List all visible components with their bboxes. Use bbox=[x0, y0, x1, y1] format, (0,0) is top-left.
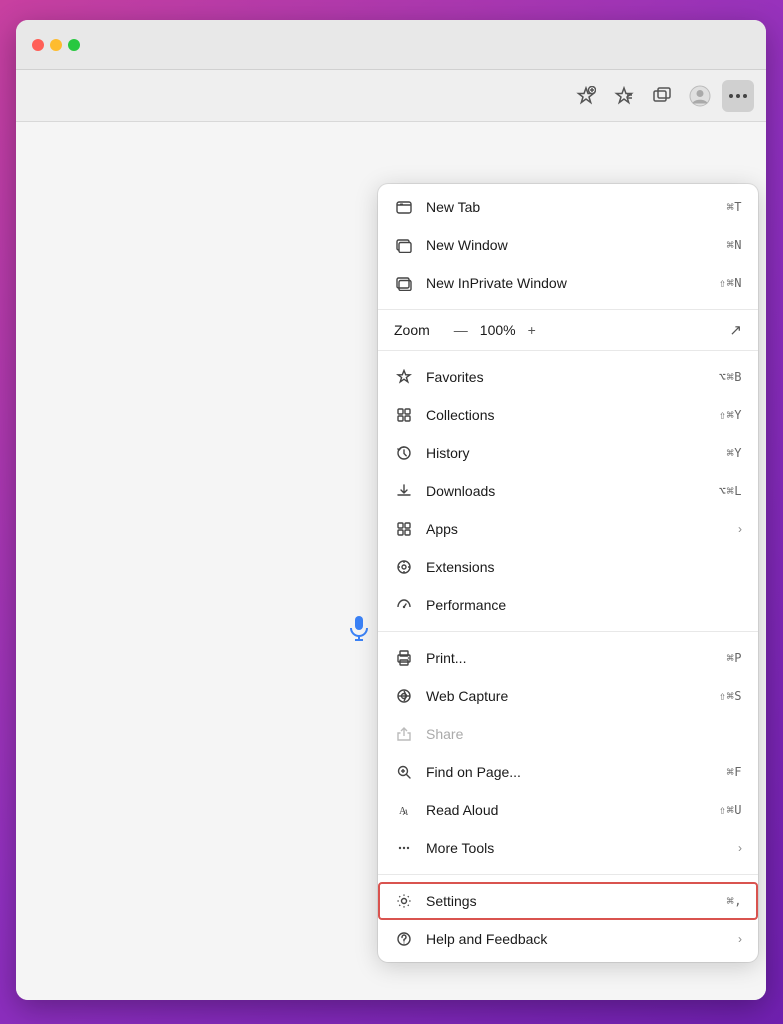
zoom-expand-button[interactable]: ↗ bbox=[729, 321, 742, 339]
find-on-page-shortcut: ⌘F bbox=[727, 765, 742, 779]
browser-toolbar bbox=[16, 70, 766, 122]
web-capture-icon bbox=[394, 686, 414, 706]
print-shortcut: ⌘P bbox=[727, 651, 742, 665]
mic-button[interactable] bbox=[337, 606, 381, 650]
minimize-button[interactable] bbox=[50, 39, 62, 51]
print-icon bbox=[394, 648, 414, 668]
menu-item-favorites[interactable]: Favorites ⌥⌘B bbox=[378, 358, 758, 396]
downloads-label: Downloads bbox=[426, 483, 707, 499]
help-feedback-label: Help and Feedback bbox=[426, 931, 714, 947]
inprivate-label: New InPrivate Window bbox=[426, 275, 707, 291]
downloads-shortcut: ⌥⌘L bbox=[719, 484, 742, 498]
collections-shortcut: ⇧⌘Y bbox=[719, 408, 742, 422]
separator-3 bbox=[378, 631, 758, 632]
read-aloud-shortcut: ⇧⌘U bbox=[719, 803, 742, 817]
menu-item-web-capture[interactable]: Web Capture ⇧⌘S bbox=[378, 677, 758, 715]
inprivate-icon bbox=[394, 273, 414, 293]
settings-icon bbox=[394, 891, 414, 911]
more-tools-icon bbox=[394, 838, 414, 858]
print-label: Print... bbox=[426, 650, 715, 666]
extensions-icon bbox=[394, 557, 414, 577]
new-window-shortcut: ⌘N bbox=[727, 238, 742, 252]
zoom-label: Zoom bbox=[394, 322, 430, 338]
menu-item-find-on-page[interactable]: Find on Page... ⌘F bbox=[378, 753, 758, 791]
find-on-page-label: Find on Page... bbox=[426, 764, 715, 780]
menu-item-more-tools[interactable]: More Tools › bbox=[378, 829, 758, 867]
help-feedback-arrow-icon: › bbox=[738, 932, 742, 946]
profile-button[interactable] bbox=[684, 80, 716, 112]
reading-list-button[interactable] bbox=[608, 80, 640, 112]
web-capture-label: Web Capture bbox=[426, 688, 707, 704]
menu-item-downloads[interactable]: Downloads ⌥⌘L bbox=[378, 472, 758, 510]
more-menu-button[interactable] bbox=[722, 80, 754, 112]
apps-arrow-icon: › bbox=[738, 522, 742, 536]
zoom-minus-button[interactable]: — bbox=[454, 322, 468, 338]
history-label: History bbox=[426, 445, 715, 461]
read-aloud-label: Read Aloud bbox=[426, 802, 707, 818]
traffic-lights bbox=[32, 39, 80, 51]
menu-item-new-window[interactable]: New Window ⌘N bbox=[378, 226, 758, 264]
inprivate-shortcut: ⇧⌘N bbox=[719, 276, 742, 290]
new-tab-icon bbox=[394, 197, 414, 217]
share-icon bbox=[394, 724, 414, 744]
favorites-shortcut: ⌥⌘B bbox=[719, 370, 742, 384]
add-favorite-button[interactable] bbox=[570, 80, 602, 112]
web-capture-shortcut: ⇧⌘S bbox=[719, 689, 742, 703]
browser-menu: New Tab ⌘T New Window ⌘N bbox=[378, 184, 758, 962]
extensions-label: Extensions bbox=[426, 559, 742, 575]
new-tab-label: New Tab bbox=[426, 199, 715, 215]
zoom-value: 100% bbox=[480, 322, 516, 338]
menu-item-read-aloud[interactable]: A A Read Aloud ⇧⌘U bbox=[378, 791, 758, 829]
apps-icon bbox=[394, 519, 414, 539]
downloads-icon bbox=[394, 481, 414, 501]
performance-icon bbox=[394, 595, 414, 615]
separator-4 bbox=[378, 874, 758, 875]
new-window-label: New Window bbox=[426, 237, 715, 253]
share-label: Share bbox=[426, 726, 742, 742]
zoom-plus-button[interactable]: + bbox=[528, 322, 536, 338]
collections-label: Collections bbox=[426, 407, 707, 423]
tab-manager-button[interactable] bbox=[646, 80, 678, 112]
menu-item-apps[interactable]: Apps › bbox=[378, 510, 758, 548]
title-bar bbox=[16, 20, 766, 70]
menu-item-extensions[interactable]: Extensions bbox=[378, 548, 758, 586]
maximize-button[interactable] bbox=[68, 39, 80, 51]
separator-2 bbox=[378, 350, 758, 351]
apps-label: Apps bbox=[426, 521, 714, 537]
menu-item-share: Share bbox=[378, 715, 758, 753]
new-tab-shortcut: ⌘T bbox=[727, 200, 742, 214]
menu-item-collections[interactable]: Collections ⇧⌘Y bbox=[378, 396, 758, 434]
svg-text:A: A bbox=[402, 808, 408, 817]
close-button[interactable] bbox=[32, 39, 44, 51]
settings-label: Settings bbox=[426, 893, 715, 909]
menu-item-settings[interactable]: Settings ⌘, bbox=[378, 882, 758, 920]
favorites-icon bbox=[394, 367, 414, 387]
history-icon bbox=[394, 443, 414, 463]
read-aloud-icon: A A bbox=[394, 800, 414, 820]
help-icon bbox=[394, 929, 414, 949]
more-tools-arrow-icon: › bbox=[738, 841, 742, 855]
menu-item-history[interactable]: History ⌘Y bbox=[378, 434, 758, 472]
menu-item-inprivate[interactable]: New InPrivate Window ⇧⌘N bbox=[378, 264, 758, 302]
separator-1 bbox=[378, 309, 758, 310]
browser-window: New Tab ⌘T New Window ⌘N bbox=[16, 20, 766, 1000]
favorites-label: Favorites bbox=[426, 369, 707, 385]
find-on-page-icon bbox=[394, 762, 414, 782]
more-tools-label: More Tools bbox=[426, 840, 714, 856]
menu-item-help-feedback[interactable]: Help and Feedback › bbox=[378, 920, 758, 958]
zoom-row[interactable]: Zoom — 100% + ↗ bbox=[378, 313, 758, 347]
browser-content: New Tab ⌘T New Window ⌘N bbox=[16, 122, 766, 1000]
menu-item-performance[interactable]: Performance bbox=[378, 586, 758, 624]
menu-item-print[interactable]: Print... ⌘P bbox=[378, 639, 758, 677]
settings-shortcut: ⌘, bbox=[727, 894, 742, 908]
history-shortcut: ⌘Y bbox=[727, 446, 742, 460]
menu-item-new-tab[interactable]: New Tab ⌘T bbox=[378, 188, 758, 226]
collections-icon bbox=[394, 405, 414, 425]
performance-label: Performance bbox=[426, 597, 742, 613]
new-window-icon bbox=[394, 235, 414, 255]
